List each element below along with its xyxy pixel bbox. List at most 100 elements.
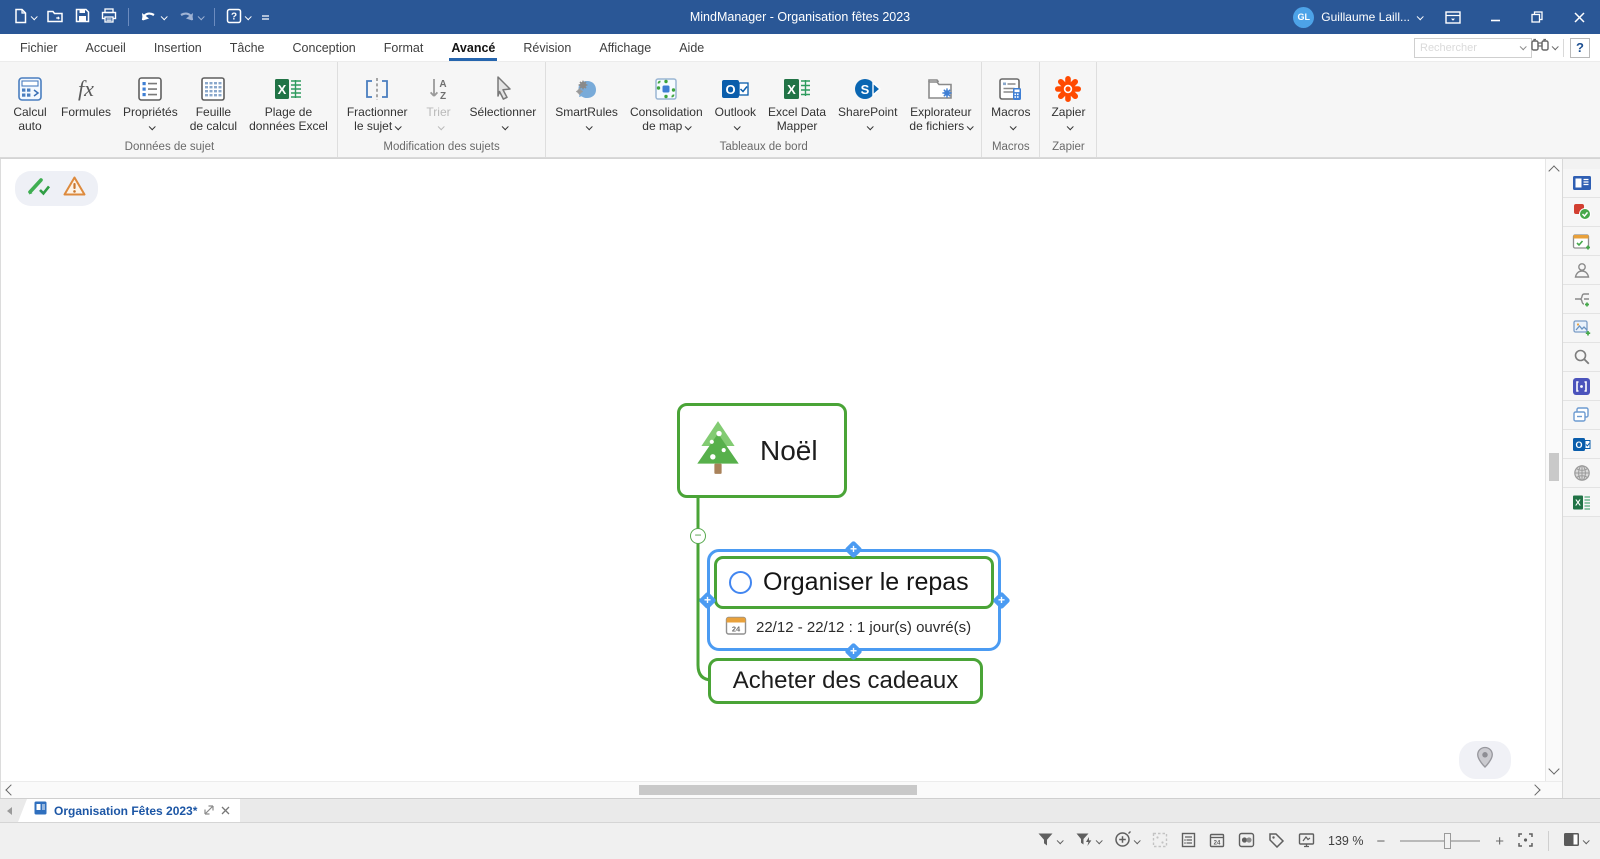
resources-button[interactable] xyxy=(1563,256,1600,285)
task-info-button[interactable] xyxy=(1563,198,1600,227)
scroll-right-icon[interactable] xyxy=(1529,784,1540,795)
new-document-button[interactable] xyxy=(8,4,41,31)
library-button[interactable] xyxy=(1563,314,1600,343)
tab-revision[interactable]: Révision xyxy=(509,34,585,61)
zoom-in-button[interactable]: + xyxy=(1493,833,1506,850)
edit-pencil-icon[interactable] xyxy=(26,175,52,202)
selectionner-button[interactable]: Sélectionner xyxy=(464,70,543,135)
vertical-scrollbar-thumb[interactable] xyxy=(1549,453,1559,481)
tab-affichage[interactable]: Affichage xyxy=(585,34,665,61)
scroll-left-icon[interactable] xyxy=(5,784,16,795)
power-filter-button[interactable] xyxy=(1073,830,1103,852)
tab-avance[interactable]: Avancé xyxy=(437,34,509,61)
scroll-up-icon[interactable] xyxy=(1548,165,1559,176)
zapier-button[interactable]: Zapier xyxy=(1043,70,1093,135)
zoom-slider[interactable] xyxy=(1400,840,1480,842)
sharepoint-button[interactable]: S SharePoint xyxy=(832,70,903,135)
search-button[interactable] xyxy=(1563,343,1600,372)
outline-view-button[interactable] xyxy=(1179,830,1198,853)
tab-aide[interactable]: Aide xyxy=(665,34,718,61)
add-topic-handle-left[interactable]: + xyxy=(699,592,716,609)
undo-button[interactable] xyxy=(135,5,171,30)
copied-content-button[interactable] xyxy=(1563,401,1600,430)
tab-insertion[interactable]: Insertion xyxy=(140,34,216,61)
task-dates-button[interactable]: 24 xyxy=(1207,830,1227,853)
map-parts-button[interactable] xyxy=(1563,285,1600,314)
map-markers-button[interactable] xyxy=(1236,830,1257,853)
restore-button[interactable] xyxy=(1516,0,1558,34)
help-button[interactable]: ? xyxy=(221,4,255,31)
presentation-button[interactable] xyxy=(1296,830,1317,853)
zoom-slider-thumb[interactable] xyxy=(1444,833,1451,849)
vertical-scrollbar[interactable] xyxy=(1545,159,1562,781)
add-topic-handle-top[interactable]: + xyxy=(845,541,862,558)
user-account-menu[interactable]: GL Guillaume Laill... xyxy=(1283,7,1432,28)
select-special-icon xyxy=(1152,832,1168,851)
formules-button[interactable]: fx Formules xyxy=(55,70,117,122)
customize-quick-access-button[interactable] xyxy=(256,6,275,29)
consolidation-de-map-button[interactable]: Consolidationde map xyxy=(624,70,709,135)
add-topic-handle-bottom[interactable]: + xyxy=(845,643,862,660)
fit-map-button[interactable] xyxy=(1515,830,1536,853)
zoom-out-button[interactable]: − xyxy=(1374,833,1387,850)
tags-button[interactable] xyxy=(1266,830,1287,853)
document-tab-organisation-fetes-2023[interactable]: Organisation Fêtes 2023* xyxy=(18,799,240,822)
search-input[interactable] xyxy=(1414,38,1532,58)
tab-scroll-left-button[interactable] xyxy=(0,799,18,822)
minimize-button[interactable] xyxy=(1474,0,1516,34)
map-canvas[interactable]: Noël − Organiser le repas 24 22/12 - 22/… xyxy=(1,159,1545,781)
add-topic-handle-right[interactable]: + xyxy=(993,592,1010,609)
macros-button[interactable]: Macros xyxy=(985,70,1036,135)
find-button[interactable] xyxy=(1531,38,1557,57)
chevron-down-icon xyxy=(245,13,252,20)
close-tab-icon[interactable] xyxy=(221,802,230,820)
calcul-auto-button[interactable]: Calculauto xyxy=(5,70,55,135)
reveal-topics-button[interactable] xyxy=(1112,829,1141,853)
scroll-down-icon[interactable] xyxy=(1548,763,1559,774)
web-button[interactable] xyxy=(1563,459,1600,488)
print-button[interactable] xyxy=(96,4,122,30)
task-management-button[interactable] xyxy=(1563,227,1600,256)
excel-ranges-button[interactable]: X xyxy=(1563,488,1600,517)
topic-acheter-des-cadeaux[interactable]: Acheter des cadeaux xyxy=(708,658,983,704)
outlook-pane-button[interactable]: O xyxy=(1563,430,1600,459)
topic-noel[interactable]: Noël xyxy=(677,403,847,498)
tab-accueil[interactable]: Accueil xyxy=(72,34,140,61)
task-panel-toggle-button[interactable] xyxy=(1561,830,1590,852)
feuille-de-calcul-button[interactable]: Feuillede calcul xyxy=(184,70,243,135)
warning-icon[interactable] xyxy=(62,175,87,202)
collapse-branch-button[interactable]: − xyxy=(690,528,706,544)
open-button[interactable] xyxy=(42,5,69,30)
explorateur-de-fichiers-button[interactable]: Explorateurde fichiers xyxy=(903,70,978,135)
outlook-button[interactable]: O Outlook xyxy=(709,70,762,135)
ribbon-display-options-button[interactable] xyxy=(1432,0,1474,34)
excel-data-mapper-button[interactable]: X Excel DataMapper xyxy=(762,70,832,135)
map-location-button[interactable] xyxy=(1459,741,1511,779)
map-markers-icon xyxy=(1238,832,1255,851)
save-button[interactable] xyxy=(70,4,95,30)
snap-button[interactable] xyxy=(1563,372,1600,401)
tab-tache[interactable]: Tâche xyxy=(216,34,279,61)
tab-conception[interactable]: Conception xyxy=(279,34,370,61)
redo-button[interactable] xyxy=(172,5,208,30)
close-button[interactable] xyxy=(1558,0,1600,34)
chevron-down-icon xyxy=(437,123,444,130)
smartrules-button[interactable]: SmartRules xyxy=(549,70,624,135)
horizontal-scrollbar[interactable] xyxy=(1,782,1545,798)
fractionner-le-sujet-button[interactable]: Fractionnerle sujet xyxy=(341,70,414,135)
tab-fichier[interactable]: Fichier xyxy=(6,34,72,61)
map-index-button[interactable] xyxy=(1563,169,1600,198)
plage-donnees-excel-button[interactable]: X Plage dedonnées Excel xyxy=(243,70,334,135)
topic-organiser-le-repas[interactable]: Organiser le repas xyxy=(714,556,994,609)
topic-organiser-le-repas-selection[interactable]: Organiser le repas 24 22/12 - 22/12 : 1 … xyxy=(707,549,1001,651)
calendar-24-icon: 24 xyxy=(725,614,747,640)
help-question-button[interactable]: ? xyxy=(1570,38,1590,58)
filter-button[interactable] xyxy=(1035,830,1064,852)
proprietes-button[interactable]: Propriétés xyxy=(117,70,184,135)
tab-format[interactable]: Format xyxy=(370,34,438,61)
float-tab-icon[interactable] xyxy=(204,802,214,820)
progress-icon[interactable] xyxy=(729,571,752,594)
horizontal-scrollbar-thumb[interactable] xyxy=(639,785,917,795)
task-panel-icon xyxy=(1563,832,1580,850)
chevron-down-icon xyxy=(585,123,592,130)
